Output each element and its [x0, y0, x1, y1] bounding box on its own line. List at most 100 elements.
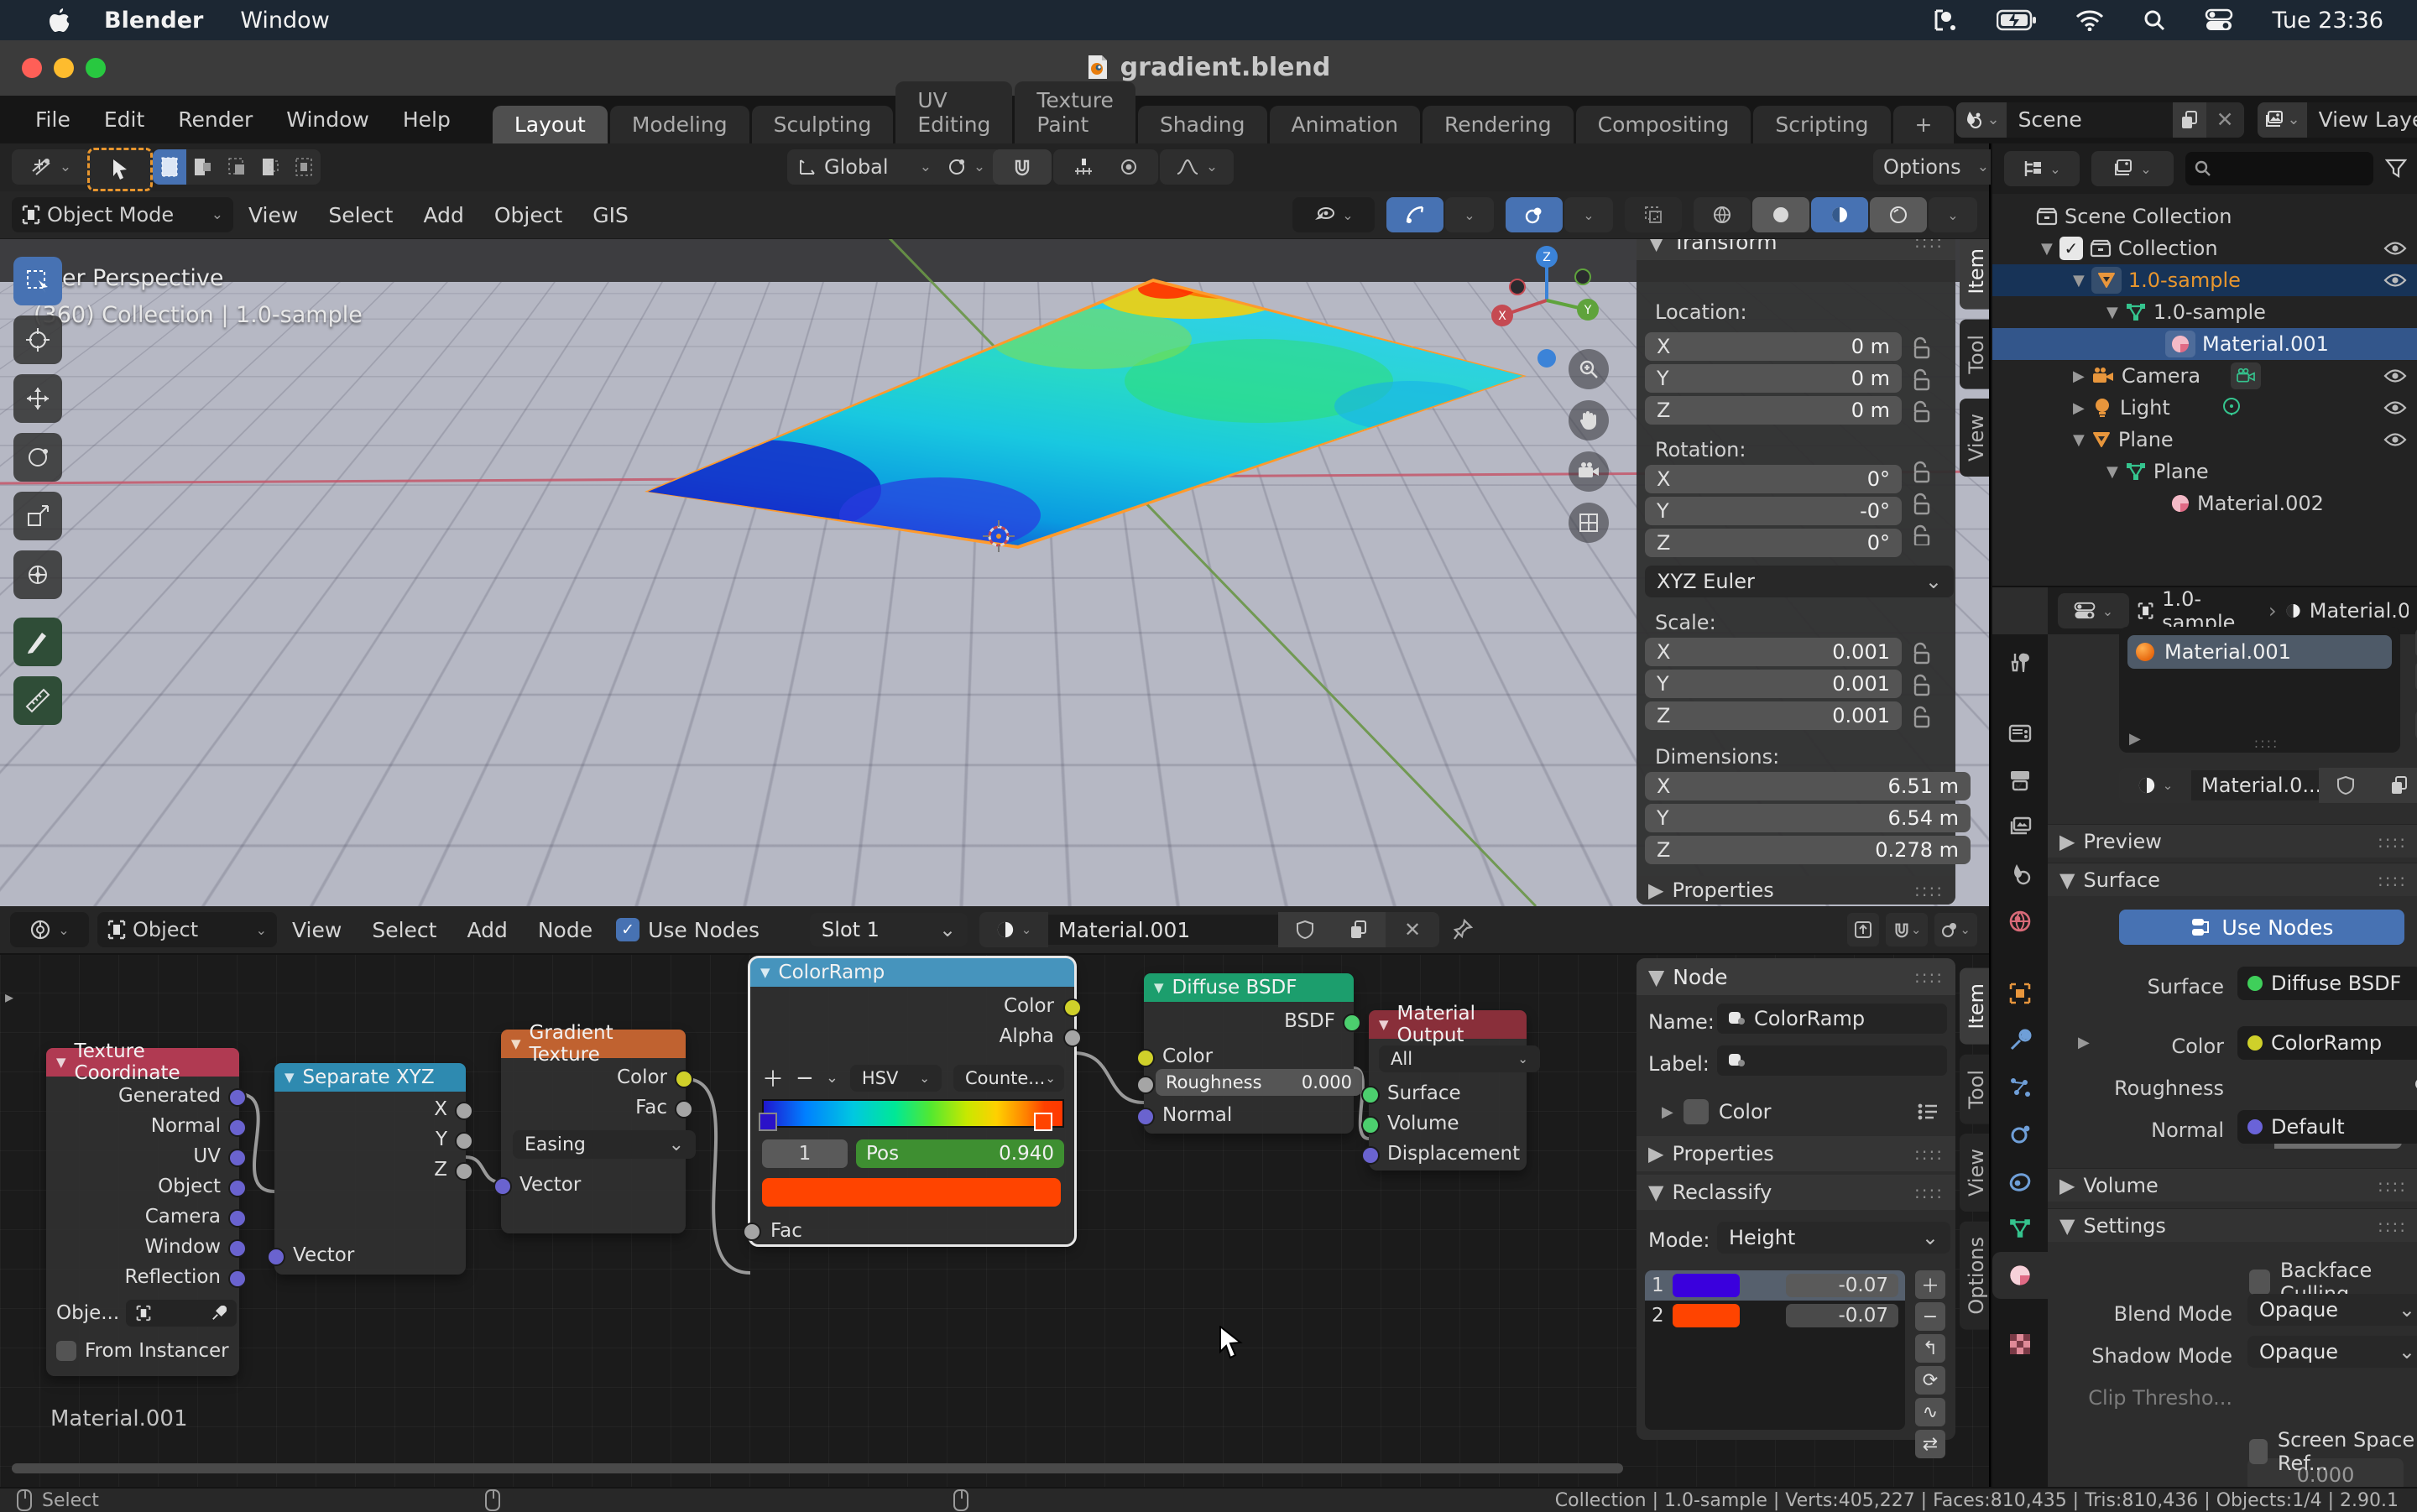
slot-dropdown[interactable]: Slot 1⌄ — [810, 913, 968, 946]
node-menu-node[interactable]: Node — [523, 918, 608, 942]
wifi-icon[interactable] — [2075, 9, 2104, 31]
expand-icon[interactable]: ▼ — [2106, 463, 2118, 481]
tool-cursor[interactable] — [13, 315, 62, 364]
volume-panel-header[interactable]: ▶Volume:::: — [2048, 1168, 2417, 1202]
tab-view-layer[interactable] — [1992, 804, 2048, 851]
expand-icon[interactable]: ▼ — [2073, 272, 2085, 289]
node-material-output[interactable]: ▼Material Output All⌄ Surface Volume Dis… — [1369, 1010, 1527, 1170]
viewlayer-selector[interactable]: ⌄ View Layer ✕ — [2258, 102, 2417, 138]
menu-help[interactable]: Help — [386, 107, 467, 132]
blend-mode-dropdown[interactable]: Opaque⌄ — [2247, 1294, 2417, 1326]
scale-y-field[interactable]: Y0.001 — [1645, 670, 1902, 698]
tool-rotate[interactable] — [13, 433, 62, 482]
region-expand-arrow[interactable]: ▸ — [5, 987, 13, 1007]
tab-item[interactable]: Item — [1960, 233, 1989, 310]
colorramp-gradient-bar[interactable] — [762, 1099, 1064, 1128]
workspace-tab-uvediting[interactable]: UV Editing — [895, 81, 1012, 143]
tab-tool-props[interactable] — [1992, 639, 2048, 686]
browse-material-node-button[interactable]: ⌄ — [979, 912, 1048, 947]
backface-checkbox[interactable] — [2249, 1270, 2270, 1295]
select-mode-subtract[interactable] — [220, 149, 253, 185]
transform-orientation-dropdown[interactable]: Global⌄ — [787, 149, 942, 185]
collection-checkbox[interactable]: ✓ — [2059, 237, 2083, 260]
output-target-dropdown[interactable]: All⌄ — [1379, 1045, 1540, 1072]
outliner-row-light[interactable]: ▶ Light — [1992, 392, 2417, 424]
color-presets-icon[interactable] — [1917, 1102, 1939, 1122]
tab-material[interactable] — [1992, 1252, 2048, 1299]
shader-editor-type-button[interactable]: ⌄ — [10, 912, 89, 947]
camera-view-button[interactable] — [1569, 451, 1609, 492]
expand-icon[interactable]: ▶ — [2073, 399, 2085, 417]
socket-bsdf-out[interactable] — [1343, 1014, 1361, 1032]
socket-normal[interactable] — [228, 1118, 247, 1137]
use-nodes-checkbox[interactable]: ✓ — [616, 918, 639, 941]
tab-world[interactable] — [1992, 898, 2048, 945]
node-texture-coordinate[interactable]: ▼Texture Coordinate Generated Normal UV … — [46, 1048, 239, 1376]
apple-logo-icon[interactable] — [49, 8, 70, 33]
dimensions-z-field[interactable]: Z0.278 m — [1645, 836, 1971, 864]
expand-icon[interactable]: ▼ — [2041, 240, 2053, 258]
surface-panel-header[interactable]: ▼Surface:::: — [2048, 863, 2417, 896]
xray-toggle[interactable] — [1625, 197, 1682, 232]
node-color-row[interactable]: ▶ Color — [1662, 1099, 1939, 1124]
socket-normal-in[interactable] — [1136, 1108, 1155, 1126]
battery-icon[interactable] — [1997, 9, 2037, 31]
color-input-field[interactable]: ColorRamp — [2237, 1026, 2417, 1060]
ramp-stop-1-selected[interactable] — [1034, 1113, 1052, 1131]
outliner-editor-type-button[interactable]: ⌄ — [2004, 151, 2080, 186]
mode-dropdown[interactable]: Height⌄ — [1717, 1222, 1950, 1254]
scale-z-field[interactable]: Z0.001 — [1645, 701, 1902, 730]
stop-index-field[interactable]: 1 — [762, 1139, 848, 1168]
swap-classes-button[interactable]: ⇄ — [1915, 1430, 1945, 1458]
rotation-y-field[interactable]: Y-0° — [1645, 497, 1902, 525]
proportional-edit-icon[interactable] — [1099, 149, 1158, 185]
socket-color-out[interactable] — [675, 1070, 693, 1088]
rotation-mode-dropdown[interactable]: XYZ Euler⌄ — [1645, 566, 1954, 597]
expand-icon[interactable]: ▶ — [2073, 368, 2085, 385]
tool-annotate[interactable] — [13, 618, 62, 666]
outliner-row-camera[interactable]: ▶ Camera — [1992, 360, 2417, 392]
expand-icon[interactable]: ▼ — [2073, 431, 2085, 449]
remove-class-button[interactable]: − — [1915, 1302, 1945, 1331]
select-mode-set[interactable] — [153, 149, 186, 185]
outliner-display-mode-dropdown[interactable]: ⌄ — [2091, 151, 2174, 186]
node-label-field[interactable] — [1717, 1045, 1947, 1076]
tab-scene[interactable] — [1992, 851, 2048, 898]
outliner-row-plane-mesh[interactable]: ▼ Plane — [1992, 456, 2417, 487]
shading-wireframe-button[interactable] — [1694, 197, 1751, 232]
location-lock-icons[interactable] — [1910, 336, 1935, 545]
socket-vector-in[interactable] — [267, 1248, 285, 1266]
node-gradient-texture[interactable]: ▼Gradient Texture Color Fac Easing⌄ Vect… — [501, 1030, 686, 1233]
workspace-tab-rendering[interactable]: Rendering — [1423, 106, 1574, 143]
rotation-x-field[interactable]: X0° — [1645, 465, 1902, 493]
viewport-menu-gis[interactable]: GIS — [577, 203, 644, 227]
tool-transform[interactable] — [13, 550, 62, 599]
class-color-1[interactable] — [1673, 1274, 1740, 1297]
tool-move[interactable] — [13, 374, 62, 423]
tab-options-node[interactable]: Options — [1960, 1222, 1989, 1330]
tab-texture[interactable] — [1992, 1321, 2048, 1368]
node-overlays-group[interactable]: ⌄ — [1934, 913, 1977, 946]
pivot-point-dropdown[interactable]: ⌄ — [930, 149, 1002, 185]
class-color-2[interactable] — [1673, 1304, 1740, 1327]
socket-vector-in[interactable] — [493, 1177, 512, 1196]
use-nodes-button[interactable]: Use Nodes — [2119, 910, 2404, 945]
workspace-tab-modeling[interactable]: Modeling — [610, 106, 749, 143]
eyedropper-icon[interactable] — [211, 1306, 227, 1321]
node-name-field[interactable]: ColorRamp — [1717, 1004, 1947, 1034]
menu-render[interactable]: Render — [161, 107, 269, 132]
select-mode-extend[interactable] — [186, 149, 220, 185]
show-object-types-dropdown[interactable]: ⌄ — [1292, 197, 1375, 232]
ramp-stop-0[interactable] — [759, 1113, 777, 1131]
remove-stop-button[interactable]: − — [796, 1066, 814, 1091]
shading-rendered-button[interactable] — [1870, 197, 1927, 232]
socket-object[interactable] — [228, 1179, 247, 1197]
reclassify-panel-header[interactable]: ▼Reclassify:::: — [1637, 1175, 1955, 1210]
socket-surface-in[interactable] — [1361, 1086, 1380, 1104]
settings-panel-header[interactable]: ▼Settings:::: — [2048, 1208, 2417, 1242]
menu-file[interactable]: File — [18, 107, 87, 132]
falloff-curve-dropdown[interactable]: ⌄ — [1160, 149, 1234, 185]
select-mode-invert[interactable] — [253, 149, 287, 185]
fake-user-shield-button[interactable] — [1278, 912, 1332, 947]
reclassify-row-2[interactable]: 2 -0.07 — [1645, 1301, 1905, 1331]
